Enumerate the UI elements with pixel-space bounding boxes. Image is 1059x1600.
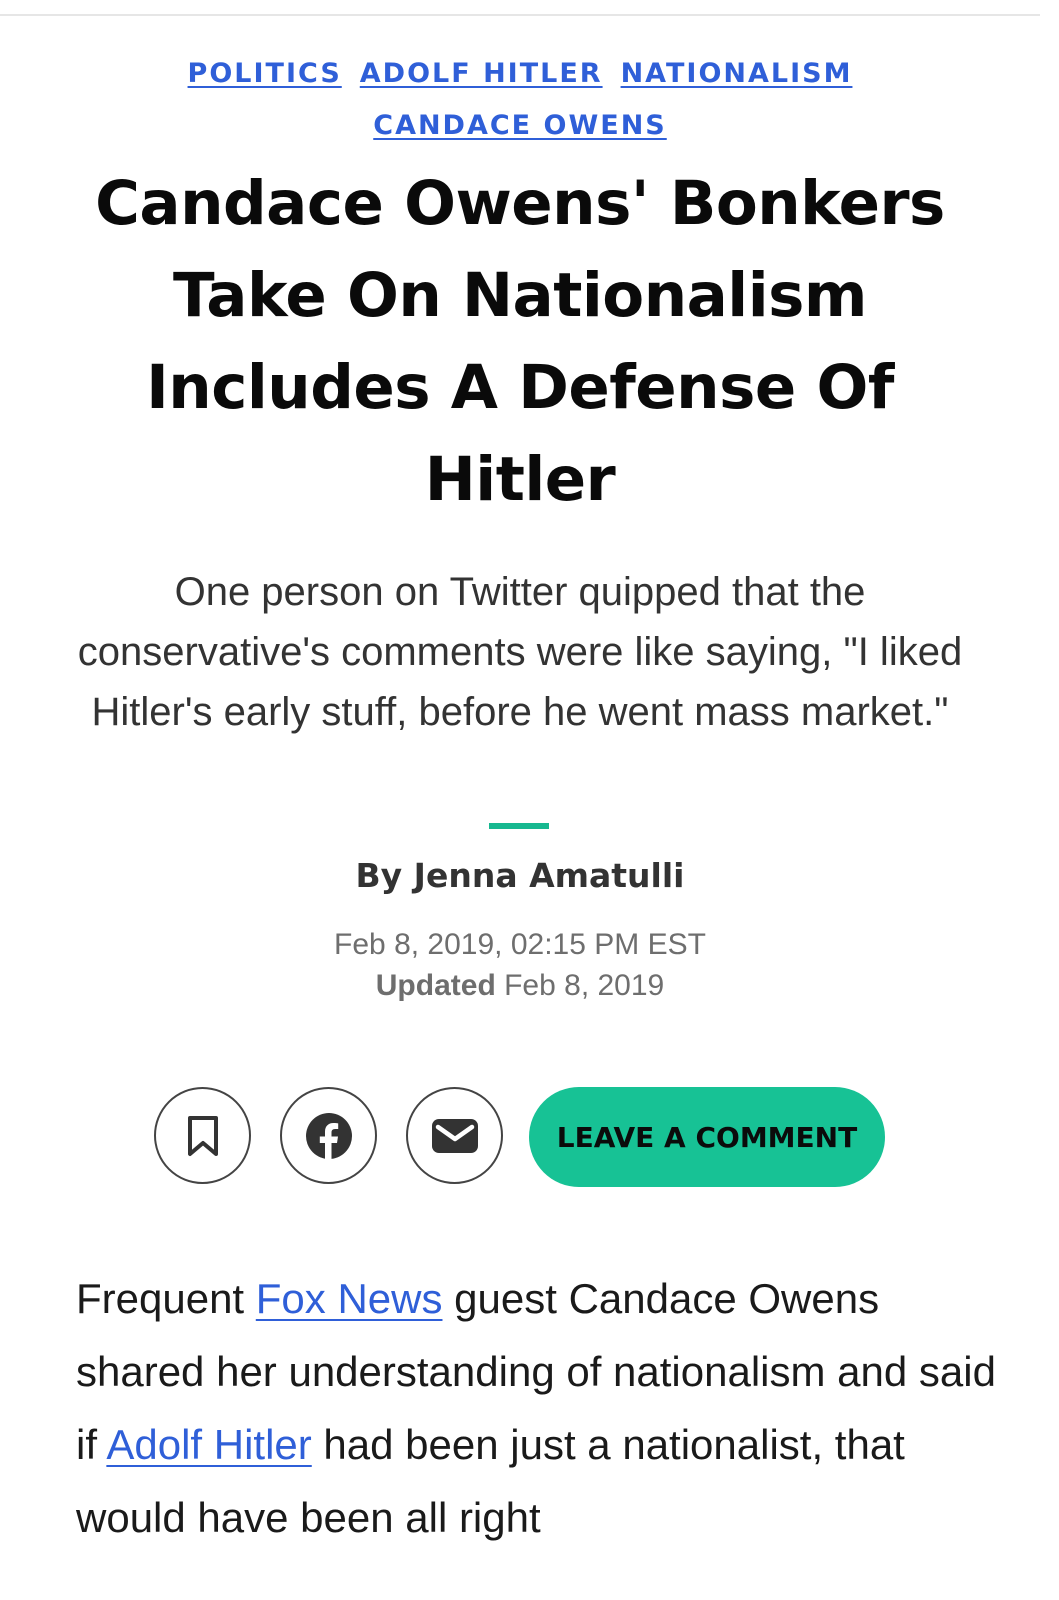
email-share-button[interactable] [406,1087,503,1184]
tag-nationalism[interactable]: NATIONALISM [621,50,853,98]
body-text-segment: Frequent [76,1275,256,1322]
accent-divider [489,823,549,829]
updated-date: Updated Feb 8, 2019 [0,965,1040,1006]
tag-list: POLITICS ADOLF HITLER NATIONALISM CANDACE … [0,50,1040,154]
top-divider [0,14,1040,16]
published-date: Feb 8, 2019, 02:15 PM EST [334,928,706,961]
adolf-hitler-link[interactable]: Adolf Hitler [106,1421,311,1468]
article-dates: Feb 8, 2019, 02:15 PM EST Updated Feb 8,… [0,924,1040,1006]
article-dek: One person on Twitter quipped that the c… [77,570,963,734]
email-icon [431,1118,478,1153]
article-headline: Candace Owens' Bonkers Take On Nationali… [95,168,945,515]
bookmark-button[interactable] [154,1087,251,1184]
share-toolbar: LEAVE A COMMENT [0,1087,1040,1189]
fox-news-link[interactable]: Fox News [256,1275,443,1322]
facebook-icon [305,1112,352,1159]
updated-label: Updated [375,969,496,1002]
author-byline: By Jenna Amatulli [355,856,685,895]
tag-adolf-hitler[interactable]: ADOLF HITLER [360,50,603,98]
facebook-share-button[interactable] [280,1087,377,1184]
tag-candace-owens[interactable]: CANDACE OWENS [373,102,667,150]
article-body-paragraph: Frequent Fox News guest Candace Owens sh… [76,1262,996,1554]
leave-comment-button[interactable]: LEAVE A COMMENT [529,1087,885,1187]
tag-politics[interactable]: POLITICS [188,50,342,98]
updated-value: Feb 8, 2019 [504,969,665,1002]
bookmark-icon [187,1115,218,1156]
